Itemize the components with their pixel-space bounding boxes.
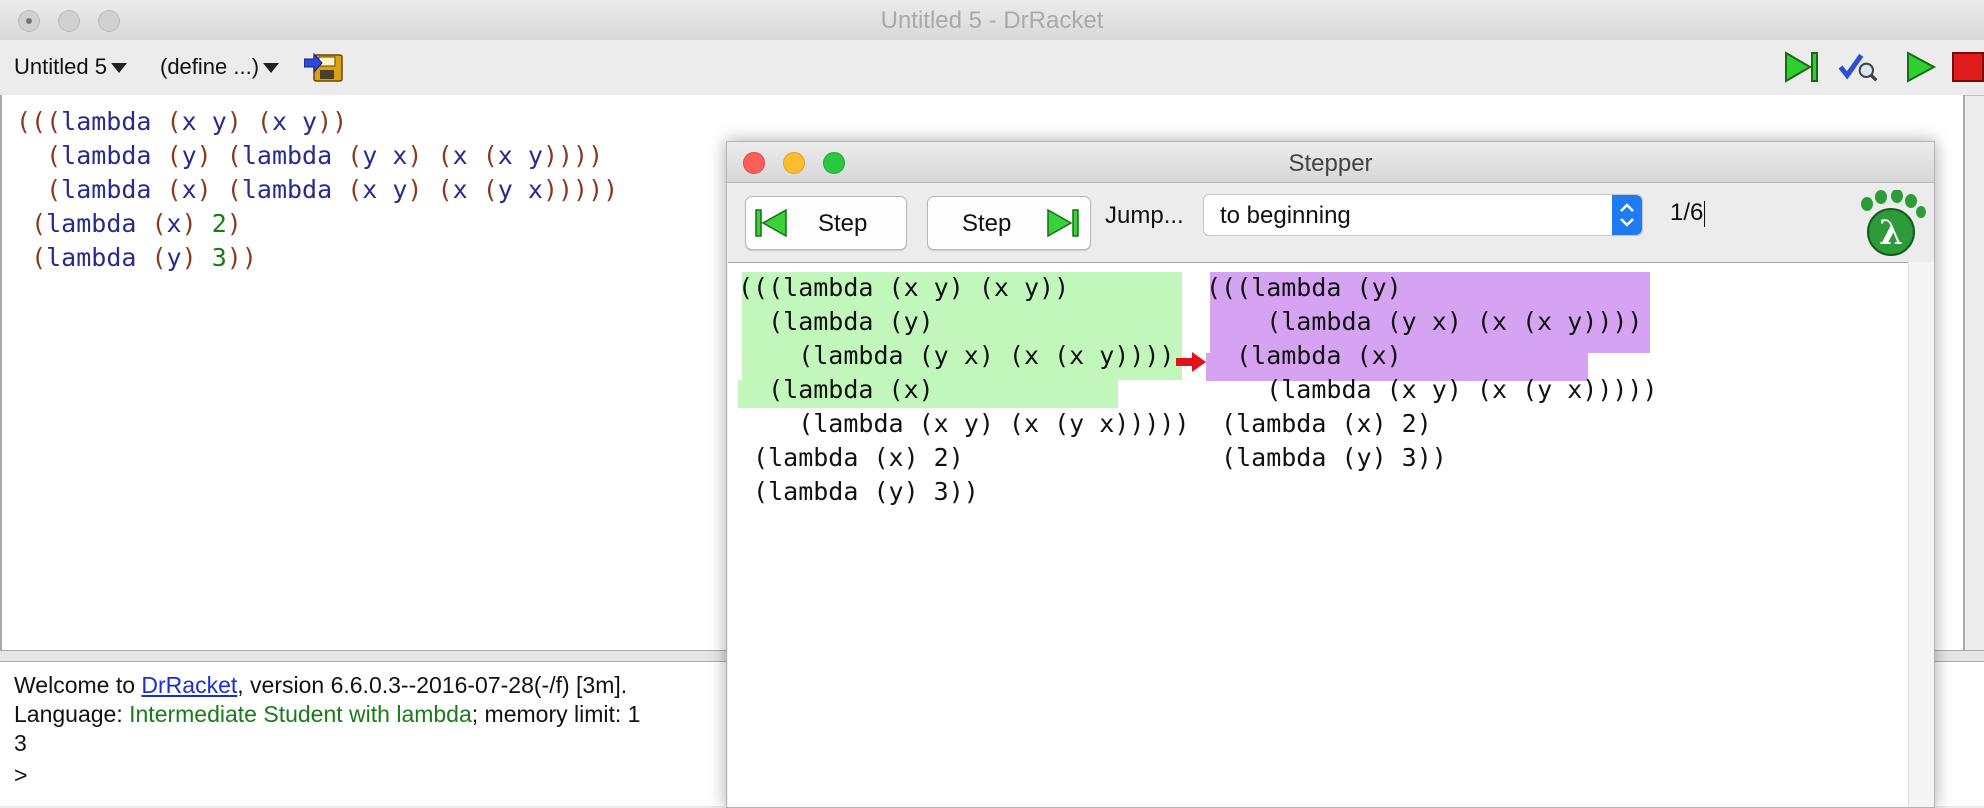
- svg-text:λ: λ: [1879, 213, 1903, 253]
- before-expression: (((lambda (x y) (x y)) (lambda (y) (lamb…: [738, 271, 1190, 509]
- code-line: (lambda (x y) (x (y x))))): [1206, 375, 1658, 404]
- code-line: (lambda (y x) (x (x y)))): [1206, 307, 1643, 336]
- step-forward-label: Step: [962, 210, 1012, 237]
- code-line: (((lambda (y): [1206, 273, 1402, 302]
- step-back-button[interactable]: Step: [745, 196, 907, 250]
- code-line: (lambda (x) 2): [1206, 409, 1432, 438]
- reduction-arrow-icon: [1176, 352, 1206, 372]
- step-icon[interactable]: [1782, 49, 1822, 85]
- step-forward-icon: [1047, 208, 1079, 238]
- step-back-label: Step: [818, 210, 868, 237]
- select-arrows-icon: [1612, 195, 1642, 235]
- step-back-icon: [755, 208, 787, 238]
- chevron-down-icon: [263, 63, 280, 74]
- window-title: Untitled 5 - DrRacket: [880, 7, 1104, 34]
- stepper-scrollbar[interactable]: [1908, 262, 1934, 807]
- language-name: Intermediate Student with lambda: [129, 701, 472, 727]
- define-menu-label: (define ...): [160, 54, 260, 79]
- chevron-down-icon: [110, 63, 127, 74]
- code-line: (lambda (x) 2): [738, 443, 964, 472]
- run-icon[interactable]: [1902, 49, 1942, 85]
- step-counter-text: 1/6: [1670, 199, 1704, 226]
- stepper-pane: (((lambda (x y) (x y)) (lambda (y) (lamb…: [728, 262, 1908, 807]
- stop-icon[interactable]: [1950, 49, 1984, 85]
- step-forward-button[interactable]: Step: [927, 196, 1091, 250]
- stepper-window: Stepper Step Step Jump... to beginning 1…: [726, 141, 1935, 808]
- file-menu[interactable]: Untitled 5: [14, 54, 127, 80]
- define-menu[interactable]: (define ...): [160, 54, 280, 80]
- kw: lambda: [61, 107, 152, 136]
- language-line: Language: Intermediate Student with lamb…: [14, 701, 640, 728]
- save-icon[interactable]: [304, 49, 344, 85]
- code-line: (((lambda (x y) (x y)): [738, 273, 1070, 302]
- jump-select-value: to beginning: [1220, 202, 1351, 229]
- result-value: 3: [14, 730, 27, 756]
- drracket-link[interactable]: DrRacket: [141, 672, 237, 698]
- code-line: (lambda (x): [738, 375, 934, 404]
- welcome-line: Welcome to DrRacket, version 6.6.0.3--20…: [14, 672, 627, 699]
- file-menu-label: Untitled 5: [14, 54, 107, 79]
- after-expression: (((lambda (y) (lambda (y x) (x (x y)))) …: [1206, 271, 1658, 475]
- repl-prompt[interactable]: >: [14, 762, 27, 789]
- jump-select[interactable]: to beginning: [1203, 194, 1643, 236]
- stepper-titlebar: Stepper: [727, 142, 1934, 183]
- main-titlebar: Untitled 5 - DrRacket: [0, 0, 1984, 40]
- toolbar: Untitled 5 (define ...): [0, 40, 1984, 96]
- code-line: (lambda (y): [738, 307, 934, 336]
- language-suffix: ; memory limit: 1: [471, 701, 641, 727]
- stepper-title: Stepper: [1288, 150, 1373, 177]
- lambda-footprint-icon: λ: [1861, 190, 1926, 256]
- welcome-suffix: , version 6.6.0.3--2016-07-28(-/f) [3m].: [237, 672, 628, 698]
- code-line: (lambda (x y) (x (y x))))): [738, 409, 1190, 438]
- code-line: (lambda (x): [1206, 341, 1402, 370]
- code-line: (lambda (y) 3)): [738, 477, 979, 506]
- welcome-prefix: Welcome to: [14, 672, 142, 698]
- language-prefix: Language:: [14, 701, 130, 727]
- check-syntax-icon[interactable]: [1838, 49, 1878, 85]
- code-line: (lambda (y) 3)): [1206, 443, 1447, 472]
- jump-label: Jump...: [1105, 202, 1184, 229]
- code-line: (lambda (y x) (x (x y)))): [738, 341, 1175, 370]
- step-counter[interactable]: 1/6: [1670, 199, 1706, 227]
